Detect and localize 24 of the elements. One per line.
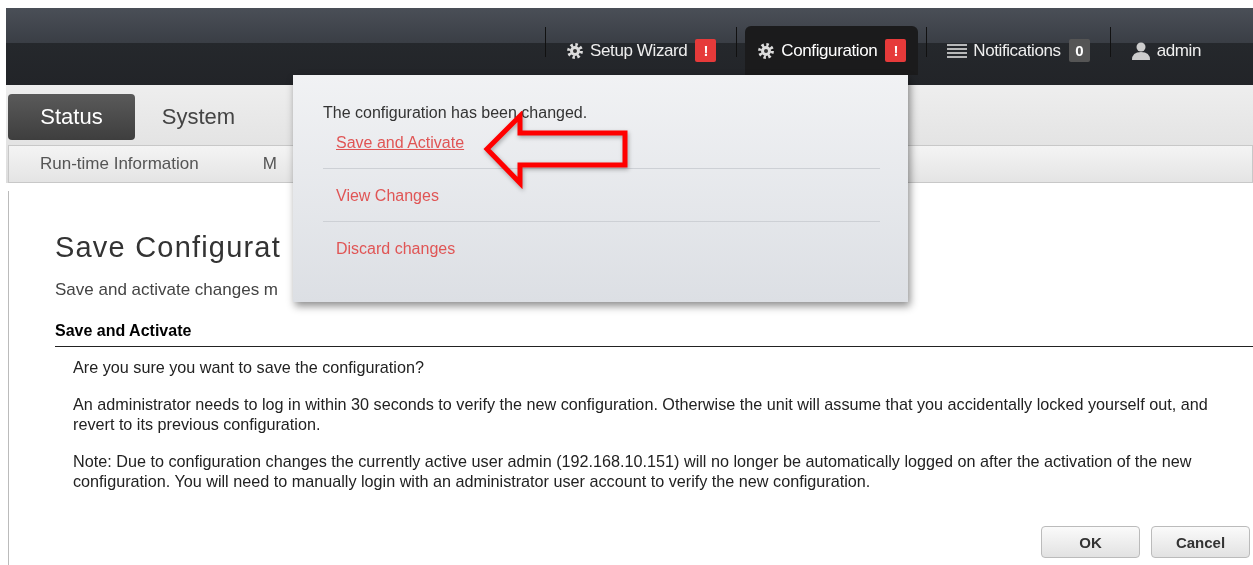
- header-menu-item[interactable]: Setup Wizard !: [554, 26, 729, 75]
- sub-tab[interactable]: Run-time Information: [40, 154, 199, 174]
- user-icon: [1130, 41, 1151, 60]
- nav-tab[interactable]: Status: [8, 94, 135, 140]
- dialog-paragraph: An administrator needs to log in within 30 seconds to verify the new configuration. Otherwise the unit will assume that you accidentally locked yourself out, and revert to its previous configuration.: [73, 394, 1209, 434]
- dialog-paragraph: Note: Due to configuration changes the currently active user admin (192.168.10.151) will no longer be automatically logged on after the activation of the new configuration. You will need to manually login with an administrator user account to verify the new configuration.: [73, 451, 1193, 491]
- header-menu-item[interactable]: admin: [1118, 26, 1217, 75]
- count-badge: 0: [1068, 39, 1090, 62]
- dialog-button[interactable]: Cancel: [1151, 526, 1250, 558]
- alert-badge: !: [695, 39, 717, 62]
- gear-icon: [757, 41, 776, 60]
- page-description: Save and activate changes m: [55, 280, 279, 300]
- nav-tab[interactable]: System: [135, 94, 262, 140]
- header-menu-item[interactable]: Notifications 0: [935, 26, 1102, 75]
- gear-icon: [566, 41, 585, 60]
- list-icon: [947, 42, 968, 59]
- menu-message: The configuration has been changed.: [323, 104, 589, 122]
- section-heading: Save and Activate: [55, 322, 1253, 347]
- alert-badge: !: [885, 39, 907, 62]
- header-menu-item[interactable]: Configuration !: [745, 26, 919, 75]
- page-title: Save Configurat: [55, 231, 281, 264]
- sub-tab[interactable]: M: [262, 154, 277, 174]
- dialog-button[interactable]: OK: [1041, 526, 1140, 558]
- dialog-paragraph: Are you sure you want to save the configuration?: [73, 357, 425, 377]
